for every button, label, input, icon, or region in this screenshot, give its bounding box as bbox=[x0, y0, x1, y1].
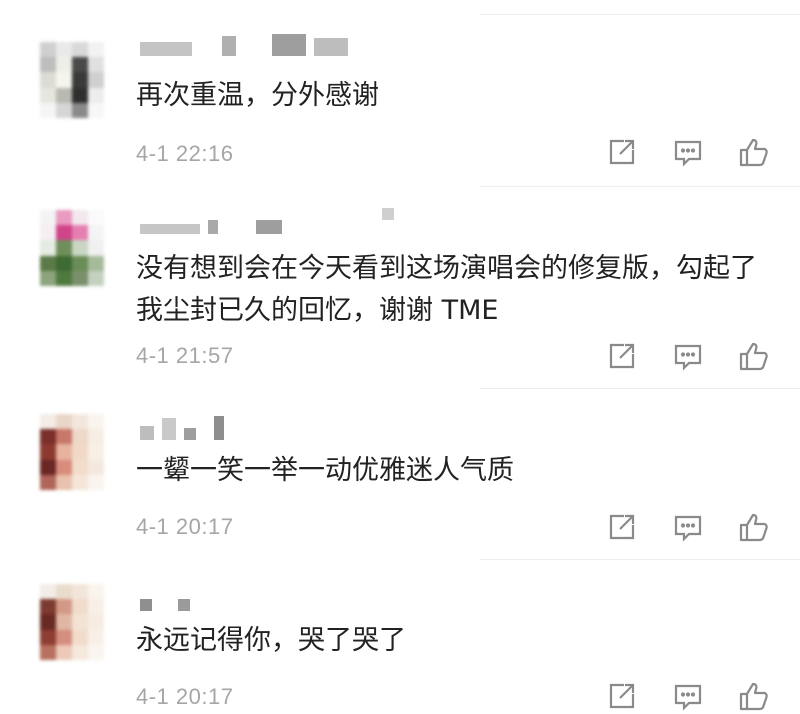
comment-time: 4-1 21:57 bbox=[136, 343, 234, 368]
comment-time: 4-1 22:16 bbox=[136, 141, 234, 166]
share-icon[interactable] bbox=[606, 680, 638, 712]
thumbs-up-icon[interactable] bbox=[738, 680, 770, 712]
share-icon[interactable] bbox=[606, 136, 638, 168]
comment-text: 再次重温，分外感谢 bbox=[136, 80, 379, 111]
avatar[interactable] bbox=[40, 42, 104, 118]
comment-time: 4-1 20:17 bbox=[136, 684, 234, 709]
thumbs-up-icon[interactable] bbox=[738, 136, 770, 168]
comment-icon[interactable] bbox=[672, 136, 704, 168]
divider bbox=[480, 186, 800, 187]
comment-actions bbox=[606, 134, 776, 170]
comment-actions bbox=[606, 678, 776, 714]
comment-actions bbox=[606, 509, 776, 545]
comment-icon[interactable] bbox=[672, 340, 704, 372]
share-icon[interactable] bbox=[606, 340, 638, 372]
comment-icon[interactable] bbox=[672, 511, 704, 543]
comment-time: 4-1 20:17 bbox=[136, 514, 234, 539]
username-blurred[interactable] bbox=[140, 585, 190, 611]
comment-icon[interactable] bbox=[672, 680, 704, 712]
avatar[interactable] bbox=[40, 210, 104, 286]
username-blurred[interactable] bbox=[140, 414, 224, 440]
divider bbox=[480, 559, 800, 560]
comment-text: 一颦一笑一举一动优雅迷人气质 bbox=[136, 455, 514, 486]
comment-actions bbox=[606, 338, 776, 374]
username-blurred[interactable] bbox=[140, 208, 394, 234]
avatar[interactable] bbox=[40, 584, 104, 660]
comment-text: 永远记得你，哭了哭了 bbox=[136, 625, 406, 656]
thumbs-up-icon[interactable] bbox=[738, 340, 770, 372]
thumbs-up-icon[interactable] bbox=[738, 511, 770, 543]
avatar[interactable] bbox=[40, 414, 104, 490]
username-blurred[interactable] bbox=[140, 30, 348, 56]
comment-text: 没有想到会在今天看到这场演唱会的修复版，勾起了我尘封已久的回忆，谢谢 TME bbox=[136, 253, 757, 326]
divider bbox=[480, 388, 800, 389]
share-icon[interactable] bbox=[606, 511, 638, 543]
divider bbox=[480, 14, 800, 15]
